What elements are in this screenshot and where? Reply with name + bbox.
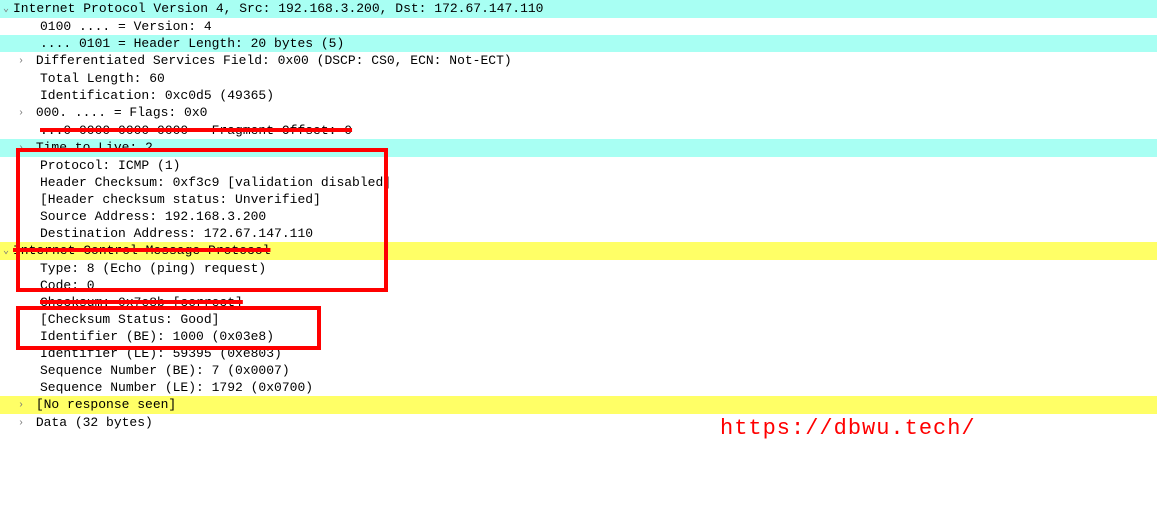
- caret-collapsed-icon: ›: [18, 415, 28, 432]
- tree-item-icmp-type[interactable]: Type: 8 (Echo (ping) request): [0, 260, 1157, 277]
- tree-item-ipv4-header-checksum[interactable]: Header Checksum: 0xf3c9 [validation disa…: [0, 174, 1157, 191]
- caret-collapsed-icon: ›: [18, 397, 28, 414]
- field-text: Differentiated Services Field: 0x00 (DSC…: [36, 53, 512, 68]
- caret-collapsed-icon: ›: [18, 140, 28, 157]
- field-text: Data (32 bytes): [36, 415, 153, 430]
- field-text: Destination Address: 172.67.147.110: [40, 226, 313, 241]
- tree-item-ipv4-header-length[interactable]: .... 0101 = Header Length: 20 bytes (5): [0, 35, 1157, 52]
- tree-item-ipv4-dst-addr[interactable]: Destination Address: 172.67.147.110: [0, 225, 1157, 242]
- field-text: Identifier (BE): 1000 (0x03e8): [40, 329, 274, 344]
- tree-item-ipv4-total-length[interactable]: Total Length: 60: [0, 70, 1157, 87]
- field-text: [No response seen]: [36, 397, 176, 412]
- caret-collapsed-icon: ›: [18, 105, 28, 122]
- field-text: [Header checksum status: Unverified]: [40, 192, 321, 207]
- field-text: Total Length: 60: [40, 71, 165, 86]
- field-text: Time to Live: 2: [36, 140, 153, 155]
- tree-item-ipv4-header[interactable]: ⌄Internet Protocol Version 4, Src: 192.1…: [0, 0, 1157, 18]
- icmp-summary: Internet Control Message Protocol: [13, 243, 270, 258]
- field-text: Code: 0: [40, 278, 95, 293]
- tree-item-ipv4-fragment-offset[interactable]: ...0 0000 0000 0000 = Fragment Offset: 0: [0, 122, 1157, 139]
- tree-item-icmp-checksum-status[interactable]: [Checksum Status: Good]: [0, 311, 1157, 328]
- tree-item-icmp-checksum[interactable]: Checksum: 0x7e8b [correct]: [0, 294, 1157, 311]
- tree-item-ipv4-protocol[interactable]: Protocol: ICMP (1): [0, 157, 1157, 174]
- field-text: Identifier (LE): 59395 (0xe803): [40, 346, 282, 361]
- watermark-url: https://dbwu.tech/: [720, 420, 976, 437]
- field-text: 0100 .... = Version: 4: [40, 19, 212, 34]
- field-text: Source Address: 192.168.3.200: [40, 209, 266, 224]
- field-text: [Checksum Status: Good]: [40, 312, 219, 327]
- field-text: .... 0101 = Header Length: 20 bytes (5): [40, 36, 344, 51]
- tree-item-icmp-data[interactable]: › Data (32 bytes): [0, 414, 1157, 432]
- tree-item-ipv4-checksum-status[interactable]: [Header checksum status: Unverified]: [0, 191, 1157, 208]
- field-text: Sequence Number (LE): 1792 (0x0700): [40, 380, 313, 395]
- tree-item-icmp-identifier-be[interactable]: Identifier (BE): 1000 (0x03e8): [0, 328, 1157, 345]
- tree-item-ipv4-src-addr[interactable]: Source Address: 192.168.3.200: [0, 208, 1157, 225]
- field-text: Identification: 0xc0d5 (49365): [40, 88, 274, 103]
- field-text: Checksum: 0x7e8b [correct]: [40, 295, 243, 310]
- field-text: ...0 0000 0000 0000 = Fragment Offset: 0: [40, 123, 352, 138]
- field-text: Type: 8 (Echo (ping) request): [40, 261, 266, 276]
- field-text: Header Checksum: 0xf3c9 [validation disa…: [40, 175, 391, 190]
- tree-item-ipv4-dsf[interactable]: › Differentiated Services Field: 0x00 (D…: [0, 52, 1157, 70]
- ipv4-summary: Internet Protocol Version 4, Src: 192.16…: [13, 1, 544, 16]
- tree-item-ipv4-flags[interactable]: › 000. .... = Flags: 0x0: [0, 104, 1157, 122]
- tree-item-ipv4-identification[interactable]: Identification: 0xc0d5 (49365): [0, 87, 1157, 104]
- tree-item-icmp-header[interactable]: ⌄Internet Control Message Protocol: [0, 242, 1157, 260]
- caret-expanded-icon: ⌄: [3, 243, 13, 260]
- caret-collapsed-icon: ›: [18, 53, 28, 70]
- field-text: Protocol: ICMP (1): [40, 158, 180, 173]
- tree-item-icmp-code[interactable]: Code: 0: [0, 277, 1157, 294]
- caret-expanded-icon: ⌄: [3, 1, 13, 18]
- tree-item-ipv4-ttl[interactable]: › Time to Live: 2: [0, 139, 1157, 157]
- tree-item-icmp-no-response[interactable]: › [No response seen]: [0, 396, 1157, 414]
- tree-item-icmp-seq-be[interactable]: Sequence Number (BE): 7 (0x0007): [0, 362, 1157, 379]
- tree-item-icmp-seq-le[interactable]: Sequence Number (LE): 1792 (0x0700): [0, 379, 1157, 396]
- field-text: Sequence Number (BE): 7 (0x0007): [40, 363, 290, 378]
- tree-item-ipv4-version[interactable]: 0100 .... = Version: 4: [0, 18, 1157, 35]
- tree-item-icmp-identifier-le[interactable]: Identifier (LE): 59395 (0xe803): [0, 345, 1157, 362]
- field-text: 000. .... = Flags: 0x0: [36, 105, 208, 120]
